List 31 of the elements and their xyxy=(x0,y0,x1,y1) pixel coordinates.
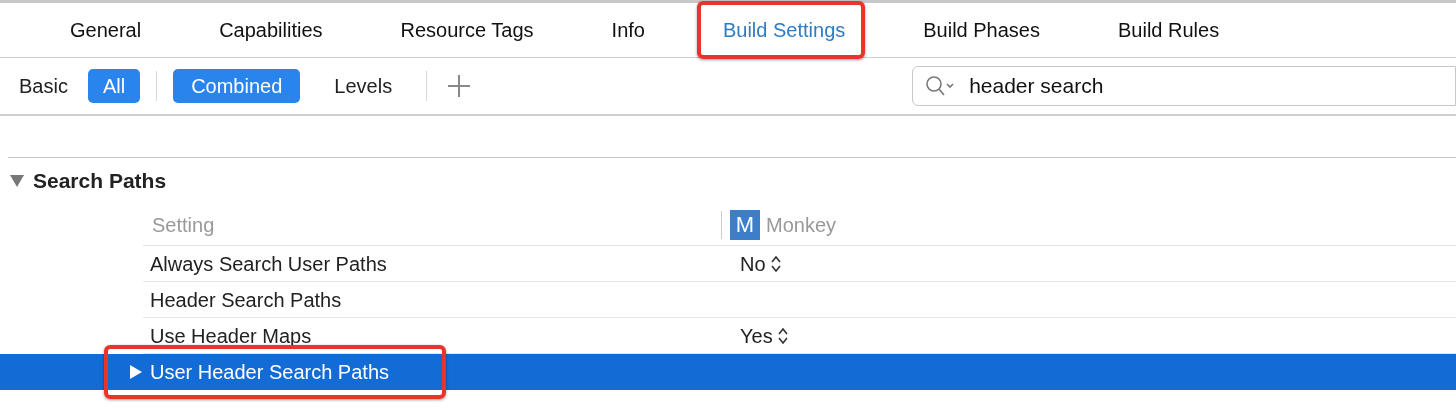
setting-name: Always Search User Paths xyxy=(150,251,387,277)
setting-name: Header Search Paths xyxy=(150,287,342,313)
setting-row[interactable]: User Header Search Paths xyxy=(0,354,1456,390)
tab[interactable]: General xyxy=(70,15,142,45)
add-icon[interactable] xyxy=(447,74,472,98)
filter-button[interactable]: Basic xyxy=(19,69,68,103)
target-icon: M xyxy=(730,209,760,240)
column-header: Monkey xyxy=(766,212,837,238)
tab[interactable]: Info xyxy=(611,15,645,45)
tab[interactable]: Capabilities xyxy=(219,15,323,45)
section-title: Search Paths xyxy=(33,168,167,195)
search-field[interactable]: header search xyxy=(912,66,1456,106)
setting-value[interactable]: No xyxy=(740,248,766,279)
tab[interactable]: Resource Tags xyxy=(400,15,534,45)
disclosure-triangle-icon[interactable] xyxy=(129,364,143,380)
tab[interactable]: Build Settings xyxy=(722,15,846,45)
filter-button[interactable]: All xyxy=(87,69,141,103)
setting-name: User Header Search Paths xyxy=(150,360,389,385)
stepper-icon[interactable] xyxy=(776,325,789,346)
stepper-icon[interactable] xyxy=(769,253,782,274)
setting-name: Use Header Maps xyxy=(150,323,312,349)
setting-value[interactable]: Yes xyxy=(740,320,773,351)
tab[interactable]: Build Rules xyxy=(1118,15,1220,45)
disclosure-triangle-icon[interactable] xyxy=(9,174,25,188)
setting-row[interactable]: Always Search User Paths No xyxy=(143,246,1456,282)
view-button[interactable]: Combined xyxy=(173,69,301,103)
search-input[interactable]: header search xyxy=(969,70,1370,102)
tab[interactable]: Build Phases xyxy=(923,15,1040,45)
view-button[interactable]: Levels xyxy=(316,69,411,103)
setting-row[interactable]: Header Search Paths xyxy=(143,282,1456,318)
column-header: Setting xyxy=(151,212,216,238)
